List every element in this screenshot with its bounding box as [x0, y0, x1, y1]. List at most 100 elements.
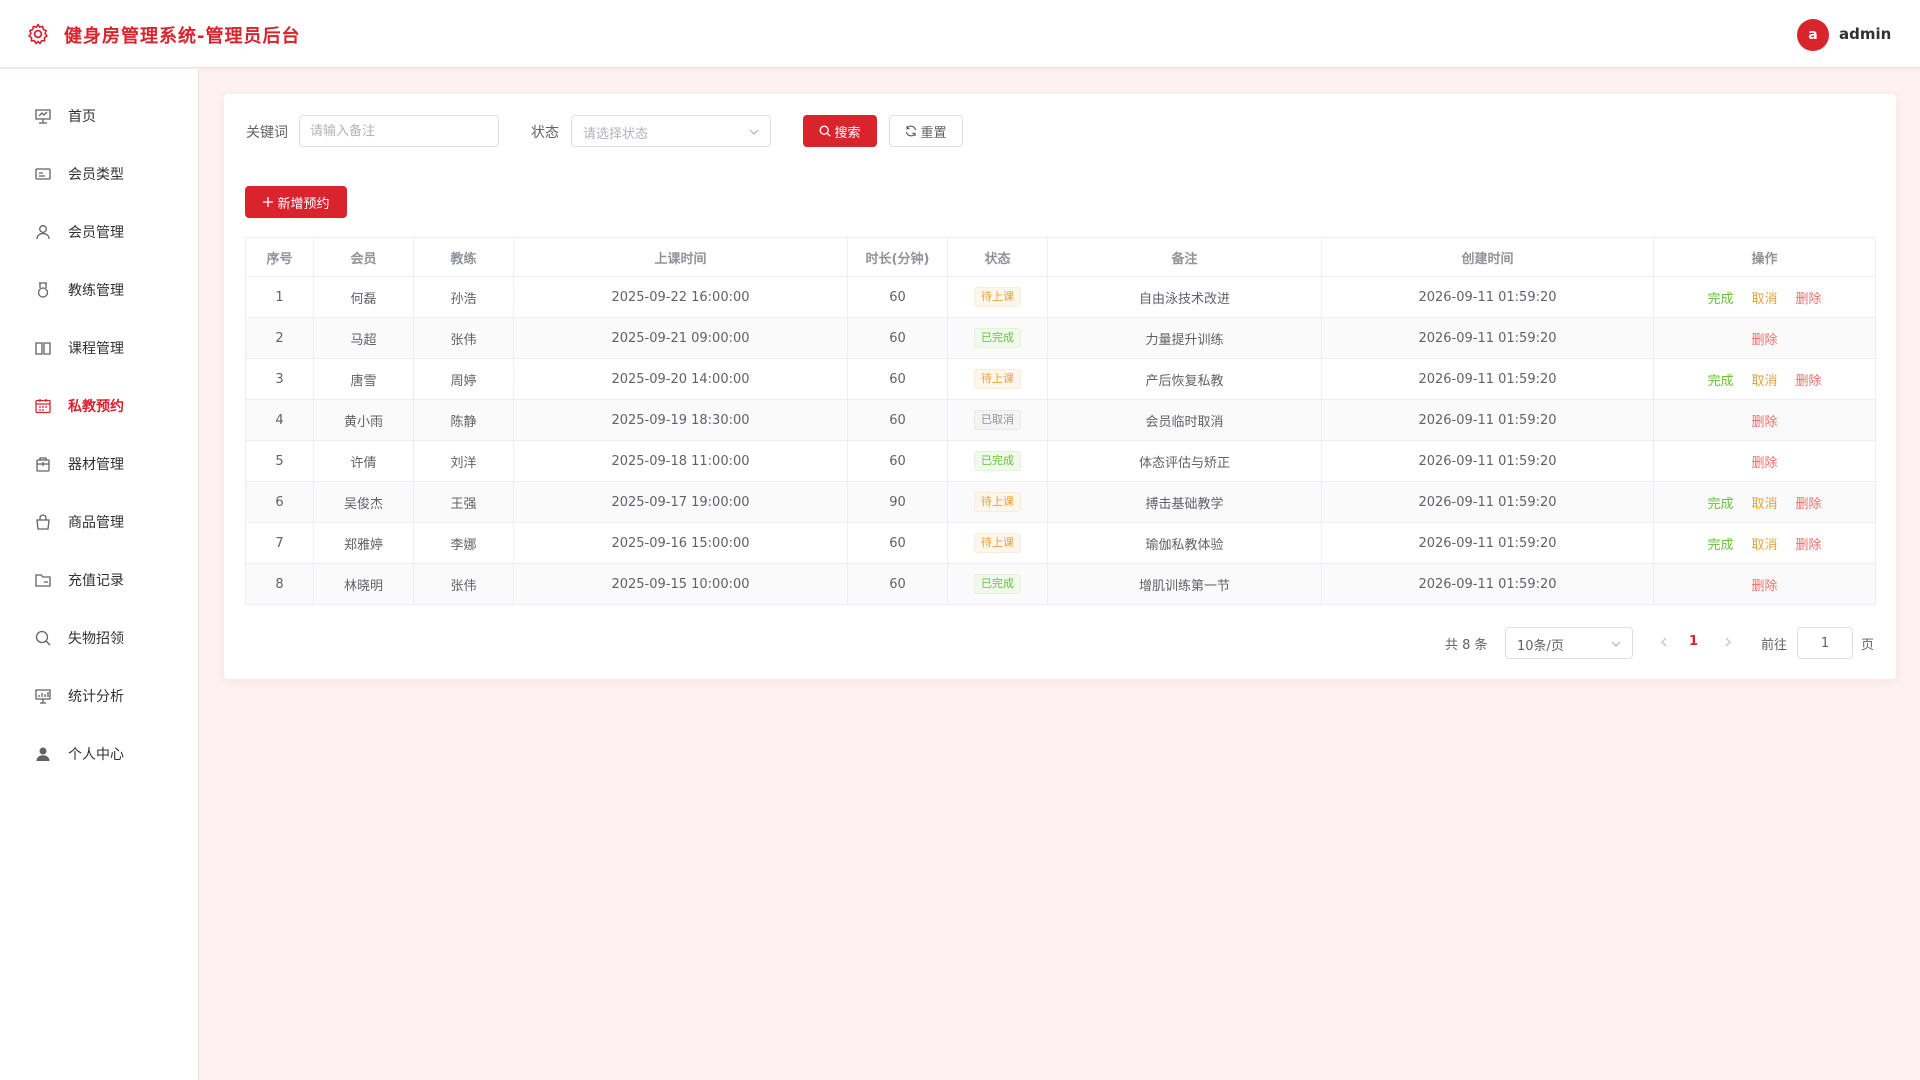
cell-status: 已完成 [947, 440, 1048, 482]
cell-status: 已完成 [947, 317, 1048, 359]
prev-page-icon[interactable] [1654, 632, 1674, 652]
sidebar-item-label: 教练管理 [68, 283, 124, 299]
sidebar-item-private-booking[interactable]: 私教预约 [0, 377, 199, 435]
cell-duration: 60 [847, 399, 948, 441]
cancel-button[interactable]: 取消 [1751, 288, 1777, 307]
goto-page-input[interactable] [1797, 627, 1853, 659]
delete-button[interactable]: 删除 [1751, 575, 1777, 594]
sidebar-item-label: 统计分析 [68, 689, 124, 705]
complete-button[interactable]: 完成 [1707, 534, 1733, 553]
status-badge: 待上课 [974, 533, 1021, 553]
cell-index: 4 [245, 399, 314, 441]
top-header: 健身房管理系统-管理员后台 a admin [0, 0, 1920, 68]
delete-button[interactable]: 删除 [1796, 493, 1822, 512]
status-label: 状态 [531, 125, 559, 141]
sidebar-item-member-types[interactable]: 会员类型 [0, 145, 199, 203]
sidebar-item-label: 课程管理 [68, 341, 124, 357]
cancel-button[interactable]: 取消 [1751, 493, 1777, 512]
sidebar-item-label: 充值记录 [68, 573, 124, 589]
sidebar-item-home[interactable]: 首页 [0, 87, 199, 145]
cancel-button[interactable]: 取消 [1751, 370, 1777, 389]
sidebar-item-label: 会员类型 [68, 167, 124, 183]
cell-duration: 90 [847, 481, 948, 523]
delete-button[interactable]: 删除 [1751, 329, 1777, 348]
cell-index: 7 [245, 522, 314, 564]
user-avatar[interactable]: a [1797, 19, 1829, 51]
sidebar-item-courses[interactable]: 课程管理 [0, 319, 199, 377]
delete-button[interactable]: 删除 [1796, 534, 1822, 553]
page-number-current[interactable]: 1 [1689, 634, 1698, 649]
cell-actions: 删除 [1653, 399, 1876, 441]
search-icon [820, 125, 832, 137]
sidebar-item-products[interactable]: 商品管理 [0, 493, 199, 551]
cell-created: 2026-09-11 01:59:20 [1321, 317, 1654, 359]
search-icon [35, 630, 51, 646]
page-size-select[interactable]: 10条/页 [1505, 627, 1633, 659]
status-badge: 待上课 [974, 492, 1021, 512]
table-header-row: 序号 会员 教练 上课时间 时长(分钟) 状态 备注 创建时间 操作 [245, 237, 1876, 277]
cell-time: 2025-09-21 09:00:00 [513, 317, 848, 359]
cell-member: 吴俊杰 [313, 481, 414, 523]
complete-button[interactable]: 完成 [1707, 493, 1733, 512]
sidebar-item-coaches[interactable]: 教练管理 [0, 261, 199, 319]
cell-time: 2025-09-22 16:00:00 [513, 276, 848, 318]
column-header[interactable]: 序号 [245, 237, 314, 277]
add-booking-button[interactable]: 新增预约 [245, 186, 347, 218]
column-header[interactable]: 会员 [313, 237, 414, 277]
cell-actions: 完成 取消 删除 [1653, 481, 1876, 523]
user-icon [36, 225, 50, 240]
cell-coach: 李娜 [413, 522, 514, 564]
cell-index: 5 [245, 440, 314, 482]
delete-button[interactable]: 删除 [1751, 452, 1777, 471]
status-badge: 待上课 [974, 369, 1021, 389]
cell-note: 力量提升训练 [1047, 317, 1322, 359]
table-row: 5 许倩 刘洋 2025-09-18 11:00:00 60 已完成 体态评估与矫正 2026… [245, 440, 1876, 482]
sidebar-item-equipment[interactable]: 器材管理 [0, 435, 199, 493]
cell-index: 1 [245, 276, 314, 318]
delete-button[interactable]: 删除 [1796, 288, 1822, 307]
row-actions: 完成 取消 删除 [1654, 288, 1875, 307]
cell-created: 2026-09-11 01:59:20 [1321, 440, 1654, 482]
next-page-icon[interactable] [1718, 632, 1738, 652]
app-title: 健身房管理系统-管理员后台 [64, 26, 301, 47]
cell-time: 2025-09-17 19:00:00 [513, 481, 848, 523]
sidebar-item-statistics[interactable]: 统计分析 [0, 667, 199, 725]
delete-button[interactable]: 删除 [1751, 411, 1777, 430]
page-size-value: 10条/页 [1517, 639, 1564, 654]
sidebar-item-profile[interactable]: 个人中心 [0, 725, 199, 783]
cell-actions: 删除 [1653, 563, 1876, 605]
search-button[interactable]: 搜索 [803, 115, 877, 147]
status-select[interactable]: 请选择状态 [571, 115, 771, 147]
reset-button[interactable]: 重置 [889, 115, 963, 147]
keyword-input[interactable] [299, 115, 499, 147]
cell-index: 3 [245, 358, 314, 400]
cancel-button[interactable]: 取消 [1751, 534, 1777, 553]
cell-status: 待上课 [947, 276, 1048, 318]
column-header[interactable]: 创建时间 [1321, 237, 1654, 277]
column-header[interactable]: 状态 [947, 237, 1048, 277]
cell-member: 马超 [313, 317, 414, 359]
username[interactable]: admin [1839, 25, 1891, 43]
table-row: 1 何磊 孙浩 2025-09-22 16:00:00 60 待上课 自由泳技术改进 2026… [245, 276, 1876, 318]
cell-note: 体态评估与矫正 [1047, 440, 1322, 482]
column-header[interactable]: 操作 [1653, 237, 1876, 277]
sidebar-item-label: 器材管理 [68, 457, 124, 473]
cell-duration: 60 [847, 440, 948, 482]
sidebar-item-members[interactable]: 会员管理 [0, 203, 199, 261]
complete-button[interactable]: 完成 [1707, 288, 1733, 307]
column-header[interactable]: 备注 [1047, 237, 1322, 277]
column-header[interactable]: 上课时间 [513, 237, 848, 277]
status-badge: 已完成 [974, 451, 1021, 471]
column-header[interactable]: 时长(分钟) [847, 237, 948, 277]
cell-created: 2026-09-11 01:59:20 [1321, 522, 1654, 564]
pagination-total: 共 8 条 [1445, 638, 1488, 653]
column-header[interactable]: 教练 [413, 237, 514, 277]
cell-coach: 张伟 [413, 563, 514, 605]
complete-button[interactable]: 完成 [1707, 370, 1733, 389]
delete-button[interactable]: 删除 [1796, 370, 1822, 389]
sidebar-item-recharge[interactable]: 充值记录 [0, 551, 199, 609]
keyword-label: 关键词 [246, 125, 288, 141]
sidebar-item-lost-found[interactable]: 失物招领 [0, 609, 199, 667]
search-button-label: 搜索 [834, 125, 861, 141]
row-actions: 完成 取消 删除 [1654, 493, 1875, 512]
